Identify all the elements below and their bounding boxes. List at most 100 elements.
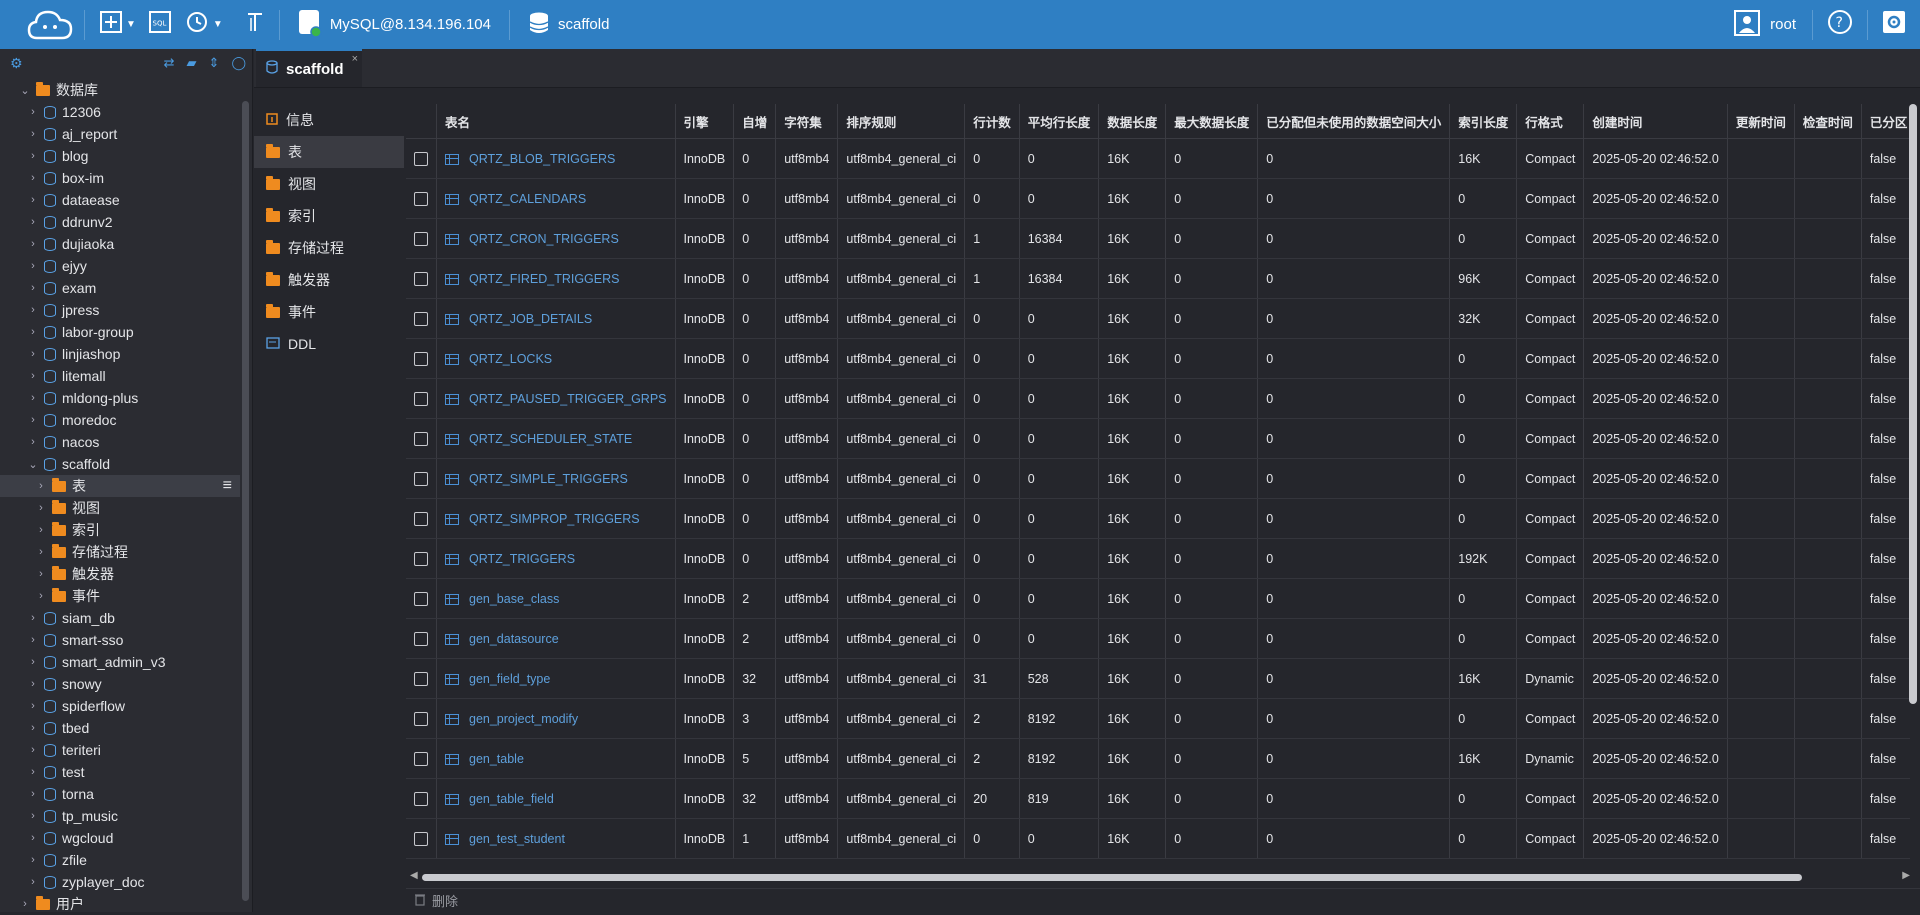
row-checkbox[interactable]: [414, 151, 428, 166]
row-checkbox[interactable]: [414, 671, 428, 686]
table-name-cell[interactable]: gen_project_modify: [436, 698, 676, 739]
column-header[interactable]: 行格式: [1516, 104, 1585, 139]
tree-item-database[interactable]: › ddrunv2: [0, 211, 240, 233]
column-header[interactable]: 检查时间: [1794, 104, 1862, 139]
table-row[interactable]: gen_project_modify InnoDB 3 utf8mb4 utf8mb4_…: [406, 698, 1910, 739]
format-button[interactable]: [239, 5, 271, 45]
tree-item-database[interactable]: › torna: [0, 783, 240, 805]
column-header[interactable]: 更新时间: [1727, 104, 1795, 139]
tab-scaffold[interactable]: scaffold ×: [256, 49, 362, 87]
tree-item-database[interactable]: › blog: [0, 145, 240, 167]
nav-item[interactable]: 视图: [254, 168, 404, 200]
table-name-cell[interactable]: QRTZ_SIMPLE_TRIGGERS: [436, 458, 676, 499]
database-selector[interactable]: scaffold: [518, 11, 619, 39]
table-name-cell[interactable]: QRTZ_CRON_TRIGGERS: [436, 218, 676, 259]
table-row[interactable]: QRTZ_FIRED_TRIGGERS InnoDB 0 utf8mb4 utf8mb4…: [406, 258, 1910, 299]
row-checkbox[interactable]: [414, 231, 428, 246]
nav-item[interactable]: 存储过程: [254, 232, 404, 264]
row-checkbox[interactable]: [414, 751, 428, 766]
menu-icon[interactable]: ≡: [223, 477, 232, 495]
row-checkbox[interactable]: [414, 791, 428, 806]
scroll-left-icon[interactable]: ◀: [410, 870, 418, 881]
row-checkbox[interactable]: [414, 511, 428, 526]
table-name-cell[interactable]: QRTZ_FIRED_TRIGGERS: [436, 258, 676, 299]
table-row[interactable]: QRTZ_JOB_DETAILS InnoDB 0 utf8mb4 utf8mb4_ge…: [406, 298, 1910, 339]
chevron-right-icon[interactable]: ›: [26, 810, 40, 822]
chevron-right-icon[interactable]: ›: [34, 590, 48, 602]
chevron-right-icon[interactable]: ›: [26, 722, 40, 734]
chevron-right-icon[interactable]: ›: [26, 128, 40, 140]
row-checkbox[interactable]: [414, 271, 428, 286]
nav-item[interactable]: DDL: [254, 328, 404, 360]
chevron-right-icon[interactable]: ›: [26, 150, 40, 162]
tree-item-database[interactable]: › exam: [0, 277, 240, 299]
chevron-right-icon[interactable]: ›: [26, 678, 40, 690]
chevron-right-icon[interactable]: ›: [34, 546, 48, 558]
tree-item-folder[interactable]: › 存储过程: [0, 541, 240, 563]
tree-item-database[interactable]: › tp_music: [0, 805, 240, 827]
tree-item-database[interactable]: › aj_report: [0, 123, 240, 145]
table-row[interactable]: gen_field_type InnoDB 32 utf8mb4 utf8mb4_gen…: [406, 658, 1910, 699]
column-header[interactable]: 平均行长度: [1019, 104, 1100, 139]
chevron-right-icon[interactable]: ›: [34, 480, 48, 492]
tree-item-database[interactable]: › dujiaoka: [0, 233, 240, 255]
table-name-cell[interactable]: gen_datasource: [436, 618, 676, 659]
table-name-cell[interactable]: QRTZ_SIMPROP_TRIGGERS: [436, 498, 676, 539]
row-checkbox[interactable]: [414, 831, 428, 846]
table-row[interactable]: QRTZ_CALENDARS InnoDB 0 utf8mb4 utf8mb4_gene…: [406, 178, 1910, 219]
chevron-right-icon[interactable]: ›: [26, 194, 40, 206]
tree-item-database[interactable]: › dataease: [0, 189, 240, 211]
table-row[interactable]: QRTZ_SIMPROP_TRIGGERS InnoDB 0 utf8mb4 utf8m…: [406, 498, 1910, 539]
chevron-right-icon[interactable]: ›: [26, 876, 40, 888]
column-header[interactable]: 索引长度: [1449, 104, 1518, 139]
tree-item-database[interactable]: › mldong-plus: [0, 387, 240, 409]
column-header[interactable]: 行计数: [964, 104, 1020, 139]
table-row[interactable]: gen_datasource InnoDB 2 utf8mb4 utf8mb4_gene…: [406, 618, 1910, 659]
row-checkbox[interactable]: [414, 191, 428, 206]
tree-settings-icon[interactable]: ⚙: [10, 55, 23, 72]
tree-item-database[interactable]: › jpress: [0, 299, 240, 321]
close-icon[interactable]: ×: [352, 53, 358, 65]
chevron-right-icon[interactable]: ›: [26, 370, 40, 382]
table-name-cell[interactable]: gen_base_class: [436, 578, 676, 619]
nav-item[interactable]: 索引: [254, 200, 404, 232]
table-row[interactable]: gen_table_field InnoDB 32 utf8mb4 utf8mb4_ge…: [406, 778, 1910, 819]
table-row[interactable]: QRTZ_PAUSED_TRIGGER_GRPS InnoDB 0 utf8mb4 ut…: [406, 378, 1910, 419]
row-checkbox[interactable]: [414, 591, 428, 606]
row-checkbox[interactable]: [414, 431, 428, 446]
tree-scrollbar[interactable]: [242, 101, 249, 901]
table-row[interactable]: gen_table InnoDB 5 utf8mb4 utf8mb4_general_c…: [406, 738, 1910, 779]
connection-selector[interactable]: MySQL@8.134.196.104: [288, 9, 501, 41]
collapse-icon[interactable]: ⇕: [209, 55, 220, 71]
table-name-cell[interactable]: QRTZ_SCHEDULER_STATE: [436, 418, 676, 459]
cloud-logo-icon[interactable]: [24, 6, 76, 44]
tree-item-database[interactable]: › zyplayer_doc: [0, 871, 240, 893]
chevron-right-icon[interactable]: ›: [26, 172, 40, 184]
settings-button[interactable]: [1868, 5, 1920, 45]
help-button[interactable]: ?: [1813, 9, 1868, 40]
chevron-right-icon[interactable]: ›: [26, 282, 40, 294]
table-name-cell[interactable]: QRTZ_TRIGGERS: [436, 538, 676, 579]
chevron-right-icon[interactable]: ›: [26, 326, 40, 338]
tree-item-database[interactable]: › nacos: [0, 431, 240, 453]
column-header[interactable]: 自增: [733, 104, 777, 139]
table-name-cell[interactable]: gen_field_type: [436, 658, 676, 699]
scroll-right-icon[interactable]: ▶: [1902, 870, 1910, 881]
tree-item-database[interactable]: › box-im: [0, 167, 240, 189]
column-header[interactable]: 数据长度: [1098, 104, 1167, 139]
chevron-right-icon[interactable]: ›: [26, 656, 40, 668]
table-name-cell[interactable]: QRTZ_PAUSED_TRIGGER_GRPS: [436, 378, 676, 419]
row-checkbox[interactable]: [414, 471, 428, 486]
chevron-right-icon[interactable]: ›: [26, 106, 40, 118]
user-menu[interactable]: root: [1718, 9, 1813, 40]
chevron-right-icon[interactable]: ›: [26, 832, 40, 844]
tree-item-database[interactable]: › 12306: [0, 101, 240, 123]
chevron-right-icon[interactable]: ›: [26, 392, 40, 404]
sync-icon[interactable]: ⇄: [164, 55, 175, 71]
tree-item-database[interactable]: › teriteri: [0, 739, 240, 761]
new-folder-icon[interactable]: ▰: [187, 55, 197, 71]
nav-item[interactable]: 事件: [254, 296, 404, 328]
chevron-right-icon[interactable]: ›: [34, 568, 48, 580]
delete-button[interactable]: 删除: [432, 891, 458, 910]
tree-item-database[interactable]: › smart_admin_v3: [0, 651, 240, 673]
